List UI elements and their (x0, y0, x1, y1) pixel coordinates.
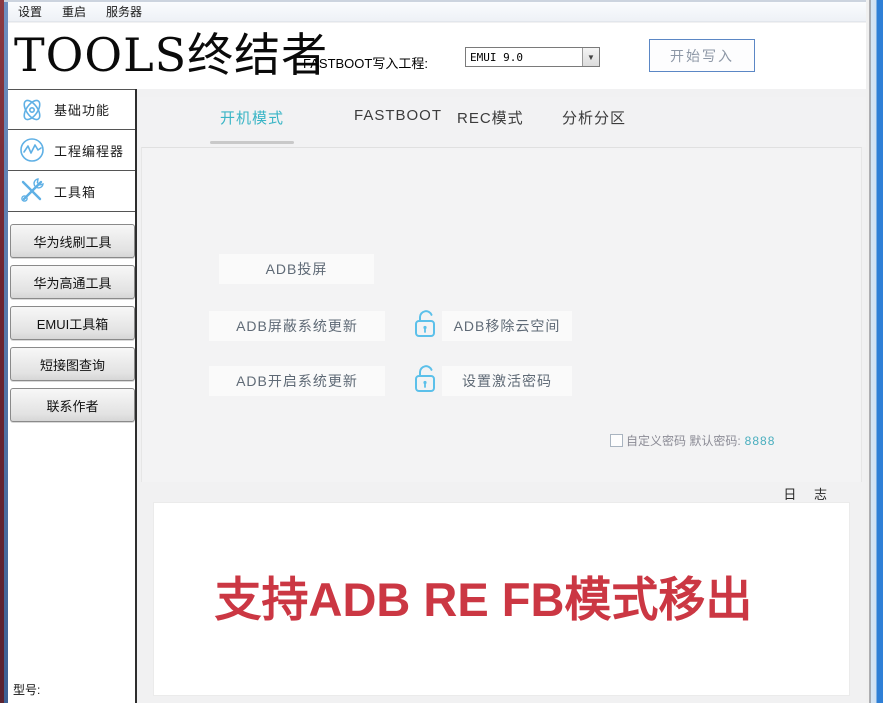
tab-bar: 开机模式 FASTBOOT REC模式 分析分区 (139, 97, 866, 147)
window-body: 设置 重启 服务器 TOOLS终结者 FASTBOOT写入工程: EMUI 9.… (8, 2, 866, 703)
log-label: 日 志 (139, 484, 866, 502)
set-activation-password-button[interactable]: 设置激活密码 (442, 366, 572, 396)
contact-author-button[interactable]: 联系作者 (10, 388, 135, 422)
tab-rec-mode[interactable]: REC模式 (457, 107, 524, 128)
log-output-panel[interactable]: 支持ADB RE FB模式移出 (153, 502, 850, 696)
emui-toolbox-button[interactable]: EMUI工具箱 (10, 306, 135, 340)
adb-screencast-button[interactable]: ADB投屏 (219, 254, 374, 284)
tab-fastboot[interactable]: FASTBOOT (354, 107, 442, 124)
project-combo-value: EMUI 9.0 (466, 48, 582, 66)
custom-password-label: 自定义密码 默认密码: (626, 432, 741, 449)
main-content: 开机模式 FASTBOOT REC模式 分析分区 ADB投屏 ADB屏蔽系统更新… (139, 89, 866, 703)
sidebar-item-label: 工程编程器 (54, 141, 124, 160)
sidebar-buttons: 华为线刷工具 华为高通工具 EMUI工具箱 短接图查询 联系作者 (8, 217, 137, 422)
sidebar: 基础功能 工程编程器 工具箱 华为线刷工具 华 (8, 89, 137, 703)
atom-icon (18, 96, 46, 124)
sidebar-item-label: 基础功能 (54, 100, 110, 119)
app-title: TOOLS终结者 (14, 19, 328, 85)
adb-remove-cloud-button[interactable]: ADB移除云空间 (442, 311, 572, 341)
short-diagram-query-button[interactable]: 短接图查询 (10, 347, 135, 381)
chevron-down-icon: ▼ (587, 53, 595, 62)
active-tab-underline (210, 141, 294, 144)
huawei-flash-tool-button[interactable]: 华为线刷工具 (10, 224, 135, 258)
unlock-icon (412, 363, 438, 393)
sidebar-item-toolbox[interactable]: 工具箱 (8, 171, 135, 212)
sidebar-item-project-programmer[interactable]: 工程编程器 (8, 130, 135, 171)
adb-enable-update-button[interactable]: ADB开启系统更新 (209, 366, 385, 396)
tab-analyze-partition[interactable]: 分析分区 (562, 107, 626, 128)
unlock-icon (412, 308, 438, 338)
project-combo[interactable]: EMUI 9.0 ▼ (465, 47, 600, 67)
start-write-button[interactable]: 开始写入 (649, 39, 755, 72)
waveform-icon (18, 136, 46, 164)
tab-boot-mode[interactable]: 开机模式 (220, 107, 284, 128)
custom-password-row: 自定义密码 默认密码: 8888 (610, 432, 775, 449)
custom-password-checkbox[interactable] (610, 434, 623, 447)
window-border-right (866, 0, 883, 703)
model-label: 型号: (13, 681, 40, 698)
app-window: 设置 重启 服务器 TOOLS终结者 FASTBOOT写入工程: EMUI 9.… (0, 0, 883, 703)
combo-dropdown-button[interactable]: ▼ (582, 48, 599, 66)
adb-block-update-button[interactable]: ADB屏蔽系统更新 (209, 311, 385, 341)
tab-panel: ADB投屏 ADB屏蔽系统更新 ADB移除云空间 ADB开启系统更新 设置激活密… (141, 147, 862, 482)
tools-icon (18, 177, 46, 205)
header: TOOLS终结者 FASTBOOT写入工程: EMUI 9.0 ▼ 开始写入 (8, 23, 866, 89)
log-banner-text: 支持ADB RE FB模式移出 (215, 561, 753, 630)
sidebar-item-label: 工具箱 (54, 182, 96, 201)
default-password-value: 8888 (745, 434, 776, 448)
sidebar-item-basic-functions[interactable]: 基础功能 (8, 89, 135, 130)
huawei-qualcomm-tool-button[interactable]: 华为高通工具 (10, 265, 135, 299)
fastboot-project-label: FASTBOOT写入工程: (303, 53, 428, 72)
